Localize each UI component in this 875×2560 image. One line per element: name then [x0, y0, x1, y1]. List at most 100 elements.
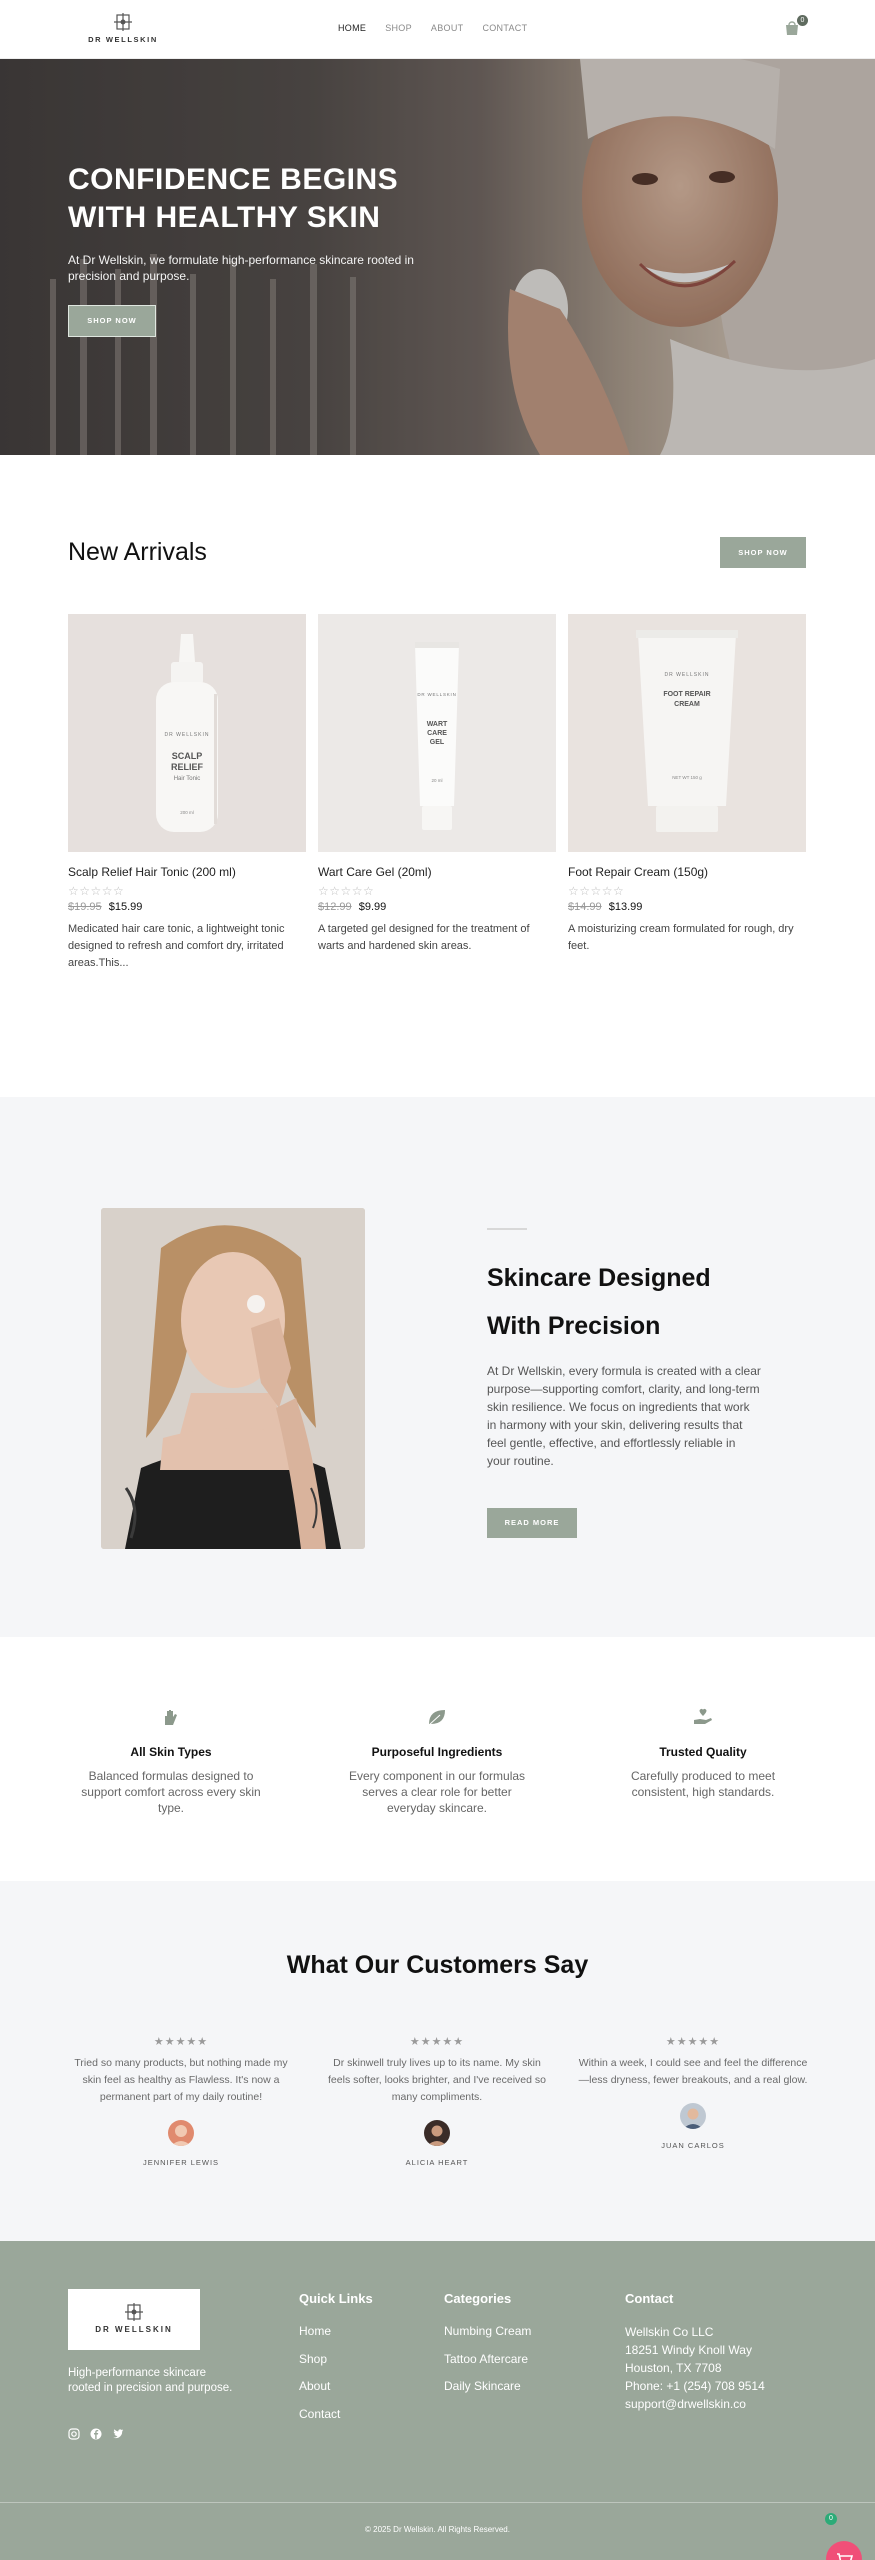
gel-label-logo: DR WELLSKIN [417, 692, 456, 697]
about-section: Skincare Designed With Precision At Dr W… [0, 1097, 875, 1637]
testimonial-rating-stars: ★★★★★ [409, 2036, 465, 2048]
feature-text: Every component in our formulas serves a… [348, 1769, 526, 1815]
testimonial-author: JUAN CARLOS [661, 2141, 725, 2150]
hero-title: CONFIDENCE BEGINS WITH HEALTHY SKIN [68, 161, 488, 237]
hero-title-line-1: CONFIDENCE BEGINS [68, 163, 399, 196]
main-nav: HOME SHOP ABOUT CONTACT [338, 23, 546, 33]
nav-about[interactable]: ABOUT [431, 23, 464, 33]
product-image[interactable]: DR WELLSKIN FOOT REPAIR CREAM NET WT 150… [568, 614, 806, 852]
tonic-label-logo: DR WELLSKIN [165, 732, 210, 738]
gel-label-line-3: GEL [430, 739, 445, 746]
copyright-text: © 2025 Dr Wellskin. All Rights Reserved. [365, 2525, 510, 2534]
read-more-button[interactable]: READ MORE [487, 1508, 577, 1538]
product-old-price: $19.95 [68, 901, 102, 913]
contact-street: 18251 Windy Knoll Way [625, 2343, 752, 2357]
footer-logo[interactable]: DR WELLSKIN [68, 2289, 200, 2350]
footer-category-tattoo-aftercare[interactable]: Tattoo Aftercare [444, 2351, 531, 2368]
hand-heart-icon [694, 1708, 712, 1724]
feature-title: All Skin Types [130, 1745, 212, 1759]
feature-title: Trusted Quality [659, 1745, 747, 1759]
product-price: $12.99 $9.99 [318, 901, 556, 913]
site-header: DR WELLSKIN HOME SHOP ABOUT CONTACT 0 [0, 0, 875, 59]
hero-shop-now-button[interactable]: SHOP NOW [68, 305, 156, 337]
cream-label-logo: DR WELLSKIN [665, 672, 710, 678]
tonic-label-line-1: SCALP [172, 751, 203, 761]
cream-label-line-1: FOOT REPAIR [663, 691, 710, 698]
product-card[interactable]: DR WELLSKIN WART CARE GEL 20 ml Wart Car… [318, 614, 556, 955]
feature-item: Trusted Quality Carefully produced to me… [603, 1707, 803, 1800]
contact-email[interactable]: support@drwellskin.co [625, 2395, 765, 2413]
footer-divider [0, 2502, 875, 2503]
contact-city: Houston, TX 7708 [625, 2361, 722, 2375]
product-old-price: $14.99 [568, 901, 602, 913]
cart-count-badge: 0 [797, 15, 808, 26]
product-title[interactable]: Wart Care Gel (20ml) [318, 865, 556, 879]
about-title-line-1: Skincare Designed [487, 1264, 711, 1292]
product-image[interactable]: DR WELLSKIN WART CARE GEL 20 ml [318, 614, 556, 852]
social-links [68, 2427, 124, 2440]
product-sale-price: $9.99 [358, 901, 387, 913]
product-sale-price: $13.99 [608, 901, 643, 913]
footer-link-about[interactable]: About [299, 2378, 373, 2395]
footer-quick-links: Quick Links Home Shop About Contact [299, 2291, 373, 2433]
tonic-label-line-2: RELIEF [171, 762, 204, 772]
product-rating-stars: ☆☆☆☆☆ [568, 884, 625, 898]
logo-emblem-icon [125, 2303, 143, 2321]
tonic-label-volume: 200 ml [180, 810, 194, 815]
woman-applying-cream-image [101, 1208, 365, 1549]
product-rating-stars: ☆☆☆☆☆ [68, 884, 125, 898]
logo-emblem-icon [114, 13, 132, 31]
testimonial-card: ★★★★★ Dr skinwell truly lives up to its … [322, 2035, 552, 2167]
product-title[interactable]: Scalp Relief Hair Tonic (200 ml) [68, 865, 306, 879]
footer-link-contact[interactable]: Contact [299, 2406, 373, 2423]
footer-categories-title: Categories [444, 2291, 512, 2306]
testimonial-rating-stars: ★★★★★ [153, 2036, 209, 2048]
testimonial-rating-stars: ★★★★★ [665, 2036, 721, 2048]
nav-home[interactable]: HOME [338, 23, 366, 33]
product-price: $19.95 $15.99 [68, 901, 306, 913]
nav-contact[interactable]: CONTACT [482, 23, 527, 33]
footer-categories: Categories Numbing Cream Tattoo Aftercar… [444, 2291, 531, 2406]
about-title: Skincare Designed With Precision [487, 1254, 787, 1350]
product-card[interactable]: SCALP RELIEF Hair Tonic DR WELLSKIN 200 … [68, 614, 306, 972]
testimonial-author: JENNIFER LEWIS [142, 2158, 220, 2167]
about-title-line-2: With Precision [487, 1312, 661, 1340]
product-title[interactable]: Foot Repair Cream (150g) [568, 865, 806, 879]
footer-link-shop[interactable]: Shop [299, 2351, 373, 2368]
testimonials-section: What Our Customers Say ★★★★★ Tried so ma… [0, 1881, 875, 2241]
facebook-icon[interactable] [90, 2427, 102, 2440]
gel-label-volume: 20 ml [431, 778, 442, 783]
cart-button[interactable]: 0 [783, 15, 808, 39]
avatar [680, 2103, 706, 2129]
about-text: At Dr Wellskin, every formula is created… [487, 1364, 761, 1468]
footer-quick-links-title: Quick Links [299, 2291, 373, 2306]
product-card[interactable]: DR WELLSKIN FOOT REPAIR CREAM NET WT 150… [568, 614, 806, 955]
product-rating-stars: ☆☆☆☆☆ [318, 884, 375, 898]
tonic-label-line-3: Hair Tonic [174, 776, 201, 782]
footer-tagline: High-performance skincare rooted in prec… [68, 2367, 233, 2394]
footer-category-numbing-cream[interactable]: Numbing Cream [444, 2323, 531, 2340]
footer-link-home[interactable]: Home [299, 2323, 373, 2340]
cream-label-line-2: CREAM [674, 701, 700, 708]
nav-shop[interactable]: SHOP [385, 23, 412, 33]
site-logo[interactable]: DR WELLSKIN [84, 12, 162, 48]
new-arrivals-shop-now-button[interactable]: SHOP NOW [720, 537, 806, 568]
contact-phone[interactable]: Phone: +1 (254) 708 9514 [625, 2377, 765, 2395]
product-description: A moisturizing cream formulated for roug… [568, 923, 794, 952]
instagram-icon[interactable] [68, 2427, 80, 2440]
floating-cart-button[interactable] [826, 2541, 862, 2560]
gel-label-line-1: WART [427, 721, 448, 728]
footer-category-daily-skincare[interactable]: Daily Skincare [444, 2378, 531, 2395]
floating-cart-count-badge: 0 [825, 2513, 837, 2525]
testimonial-card: ★★★★★ Within a week, I could see and fee… [578, 2035, 808, 2150]
hero-subtitle: At Dr Wellskin, we formulate high-perfor… [68, 253, 414, 283]
cart-icon [837, 2553, 854, 2560]
new-arrivals-title: New Arrivals [68, 538, 207, 566]
footer-contact: Contact Wellskin Co LLC 18251 Windy Knol… [625, 2291, 765, 2413]
product-description: A targeted gel designed for the treatmen… [318, 923, 530, 952]
product-image[interactable]: SCALP RELIEF Hair Tonic DR WELLSKIN 200 … [68, 614, 306, 852]
hand-icon [165, 1710, 177, 1725]
twitter-icon[interactable] [112, 2427, 124, 2439]
testimonial-card: ★★★★★ Tried so many products, but nothin… [66, 2035, 296, 2167]
tonic-bottle-image: SCALP RELIEF Hair Tonic DR WELLSKIN 200 … [68, 614, 306, 852]
